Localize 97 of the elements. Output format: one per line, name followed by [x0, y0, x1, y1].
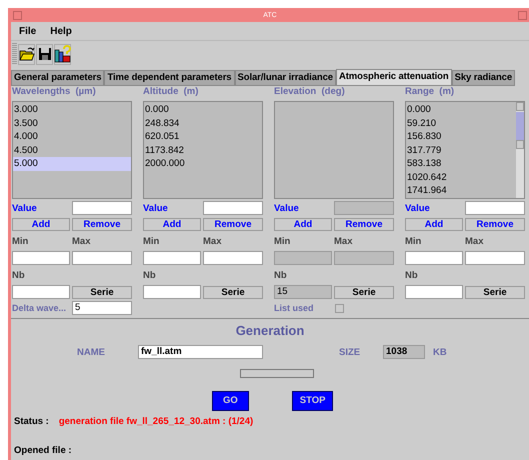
list-box[interactable]	[274, 101, 394, 199]
add-button[interactable]: Add	[405, 218, 463, 230]
scrollbar[interactable]	[516, 102, 524, 198]
serie-button[interactable]: Serie	[465, 286, 525, 298]
list-item[interactable]: 0.000	[406, 103, 516, 116]
list-item[interactable]: 2000.000	[144, 157, 262, 170]
tab[interactable]: Time dependent parameters	[104, 70, 234, 86]
column-header: Wavelengths (µm)	[12, 86, 97, 99]
checkbox[interactable]	[335, 304, 344, 312]
nb-label: Nb	[12, 270, 26, 280]
value-label: Value	[274, 202, 300, 214]
section-title: Generation	[234, 323, 306, 340]
status-text: generation file fw_ll_265_12_30.atm : (1/24)	[58, 416, 254, 427]
list-item[interactable]: 3.500	[13, 116, 131, 130]
input-field[interactable]	[143, 251, 201, 265]
max-label: Max	[334, 236, 354, 246]
open-folder-button[interactable]	[18, 44, 35, 64]
list-item[interactable]: 1020.642	[406, 170, 516, 184]
help-books-button[interactable]	[54, 44, 71, 64]
list-item[interactable]: 156.830	[406, 130, 516, 144]
list-box[interactable]: 0.000 59.210 156.830 317.779 583.138 1020.642 1741.964	[405, 101, 525, 199]
tab[interactable]: Solar/lunar irradiance	[234, 70, 336, 86]
column-header: Range (m)	[405, 86, 456, 99]
list-item[interactable]: 317.779	[406, 144, 516, 157]
input-field[interactable]	[465, 201, 525, 215]
list-item[interactable]: 5.000	[13, 157, 131, 170]
input-field[interactable]: 5	[72, 301, 132, 315]
list-item[interactable]: 248.834	[144, 116, 262, 130]
min-label: Min	[143, 236, 160, 246]
remove-button[interactable]: Remove	[203, 218, 263, 230]
scroll-thumb[interactable]	[516, 112, 524, 140]
input-field[interactable]	[12, 285, 70, 299]
tab[interactable]: Sky radiance	[452, 70, 516, 86]
list-item[interactable]: 583.138	[406, 157, 516, 170]
input-field[interactable]	[72, 251, 132, 265]
input-field[interactable]	[203, 251, 263, 265]
list-item[interactable]: 4.500	[13, 144, 131, 157]
serie-button[interactable]: Serie	[72, 286, 132, 298]
remove-button[interactable]: Remove	[334, 218, 394, 230]
floppy-disk-button[interactable]	[36, 44, 53, 64]
list-box[interactable]: 3.000 3.500 4.000 4.500 5.000	[12, 101, 132, 199]
input-field[interactable]	[203, 201, 263, 215]
list-item[interactable]: 620.051	[144, 130, 262, 144]
action-button[interactable]: STOP	[292, 391, 334, 411]
list-box[interactable]: 0.000 248.834 620.051 1173.842 2000.000	[143, 101, 263, 199]
min-label: Min	[274, 236, 292, 246]
input-field[interactable]	[405, 285, 463, 299]
status-label: Status :	[14, 416, 49, 427]
input-field[interactable]	[12, 251, 70, 265]
max-label: Max	[72, 236, 92, 246]
input-field[interactable]	[465, 251, 525, 265]
list-item[interactable]: 4.000	[13, 130, 131, 144]
add-button[interactable]: Add	[12, 218, 70, 230]
value-label: Value	[12, 202, 38, 214]
tab[interactable]: General parameters	[11, 70, 104, 86]
add-button[interactable]: Add	[143, 218, 201, 230]
value-label: Value	[405, 202, 431, 214]
toolbar-grip	[12, 43, 17, 65]
opened-file-label: Opened file :	[14, 445, 72, 456]
tab[interactable]: Atmospheric attenuation	[336, 69, 452, 86]
menu-item[interactable]: File	[19, 26, 36, 36]
min-label: Min	[405, 236, 422, 246]
column-header: Elevation (deg)	[274, 86, 346, 99]
list-item[interactable]: 0.000	[144, 103, 262, 116]
serie-button[interactable]: Serie	[334, 286, 394, 298]
nb-label: Nb	[143, 270, 157, 280]
remove-button[interactable]: Remove	[72, 218, 132, 230]
checkbox-label: List used	[274, 303, 315, 313]
action-button[interactable]: GO	[212, 391, 249, 411]
max-label: Max	[203, 236, 222, 246]
minimize-button[interactable]	[518, 10, 527, 20]
menu-item[interactable]: Help	[50, 26, 72, 36]
min-label: Min	[12, 236, 30, 246]
help-books-icon	[54, 45, 72, 63]
column-header: Altitude (m)	[143, 86, 200, 99]
input-field[interactable]	[72, 201, 132, 215]
serie-button[interactable]: Serie	[203, 286, 263, 298]
unit-label: KB	[433, 346, 447, 358]
value-label: Value	[143, 202, 169, 214]
size-field: 1038	[383, 345, 425, 359]
window-menu-button[interactable]	[13, 10, 22, 20]
input-field[interactable]	[405, 251, 463, 265]
input-field[interactable]	[143, 285, 201, 299]
delta-wave-label: Delta wave...	[12, 303, 68, 313]
max-label: Max	[465, 236, 484, 246]
open-folder-icon	[18, 46, 34, 62]
remove-button[interactable]: Remove	[465, 218, 525, 230]
name-label: NAME	[77, 346, 106, 358]
list-item[interactable]: 1173.842	[144, 144, 262, 157]
nb-label: Nb	[274, 270, 288, 280]
add-button[interactable]: Add	[274, 218, 332, 230]
list-item[interactable]: 59.210	[406, 116, 516, 130]
list-item[interactable]: 3.000	[13, 103, 131, 116]
size-label: SIZE	[339, 346, 362, 358]
name-field[interactable]: fw_ll.atm	[138, 345, 263, 359]
nb-label: Nb	[405, 270, 419, 280]
list-item[interactable]: 1741.964	[406, 184, 516, 198]
